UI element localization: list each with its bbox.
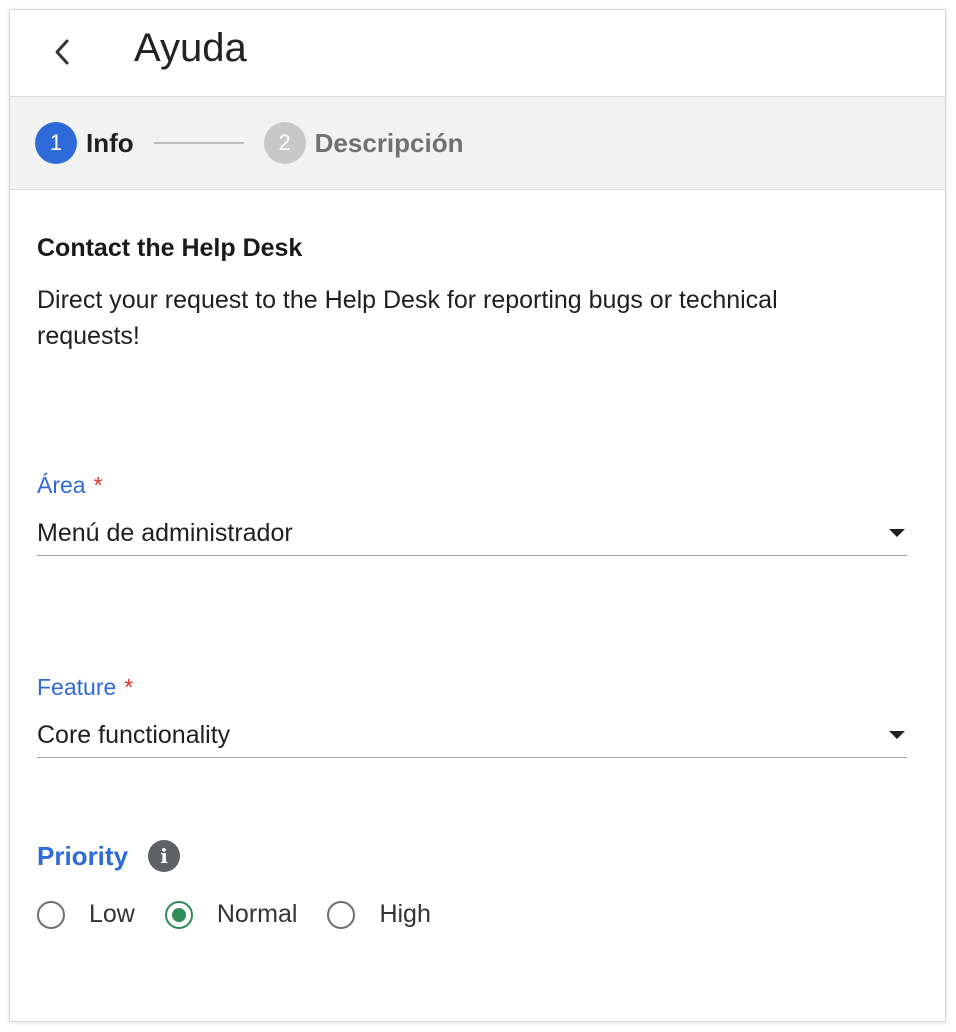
caret-down-icon [889, 529, 905, 537]
radio-selected-dot [171, 907, 186, 922]
priority-option-low[interactable]: Low [37, 900, 135, 929]
required-mark: * [93, 472, 103, 498]
step-descripcion[interactable]: 2 Descripción [263, 122, 464, 164]
priority-option-high[interactable]: High [327, 900, 431, 929]
radio-label: High [379, 900, 431, 928]
step-info[interactable]: 1 Info [35, 122, 134, 164]
area-select-value: Menú de administrador [37, 518, 293, 547]
priority-radio-group: Low Normal High [37, 900, 461, 929]
section-heading: Contact the Help Desk [37, 234, 303, 262]
radio-button[interactable] [37, 900, 65, 929]
help-panel: Ayuda 1 Info 2 Descripción Contact the H… [9, 9, 946, 1022]
section-description: Direct your request to the Help Desk for… [37, 286, 778, 350]
priority-label: Priority [37, 840, 129, 871]
feature-select-value: Core functionality [37, 720, 231, 749]
info-icon[interactable]: i [148, 840, 181, 872]
back-button[interactable] [46, 28, 78, 76]
step-number: 1 [35, 122, 77, 164]
area-field: Área * Menú de administrador [37, 472, 907, 556]
header: Ayuda [10, 10, 945, 97]
step-label: Info [86, 127, 134, 158]
page-title: Ayuda [134, 26, 247, 70]
priority-option-normal[interactable]: Normal [164, 900, 298, 929]
radio-button[interactable] [164, 900, 193, 929]
area-select[interactable]: Menú de administrador [37, 511, 907, 556]
chevron-left-icon [55, 39, 69, 65]
step-connector [153, 142, 244, 144]
step-label: Descripción [314, 127, 464, 158]
feature-select[interactable]: Core functionality [37, 713, 907, 758]
caret-down-icon [889, 731, 905, 739]
feature-label-text: Feature [37, 674, 117, 700]
area-label-text: Área [37, 472, 86, 498]
feature-field: Feature * Core functionality [37, 674, 907, 758]
required-mark: * [124, 674, 134, 700]
stepper: 1 Info 2 Descripción [10, 97, 945, 190]
radio-label: Low [89, 900, 135, 928]
radio-label: Normal [216, 900, 298, 928]
step-number: 2 [263, 122, 306, 164]
priority-header: Priority i [37, 840, 181, 872]
radio-button[interactable] [327, 900, 356, 929]
area-label: Área * [37, 472, 907, 499]
feature-label: Feature * [37, 674, 907, 701]
